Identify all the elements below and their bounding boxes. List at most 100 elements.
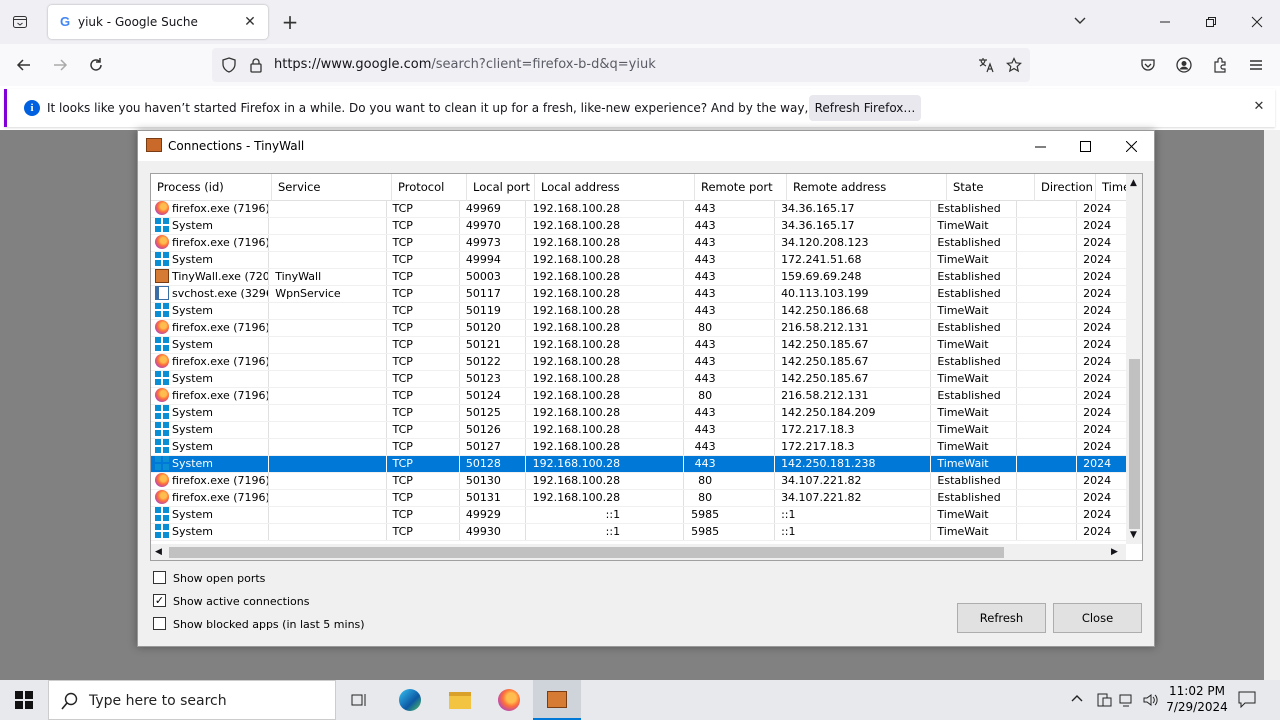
tray-chevron-icon[interactable] xyxy=(1070,692,1084,709)
close-button[interactable]: Close xyxy=(1053,603,1142,633)
col-local-port[interactable]: Local port xyxy=(467,174,535,201)
checkbox-box[interactable] xyxy=(153,617,166,630)
translate-icon[interactable] xyxy=(978,57,994,76)
show-blocked-apps-checkbox[interactable]: Show blocked apps (in last 5 mins) xyxy=(153,616,373,632)
col-state[interactable]: State xyxy=(947,174,1035,201)
bookmark-star-icon[interactable] xyxy=(1006,57,1022,76)
col-remote-address[interactable]: Remote address xyxy=(787,174,947,201)
tab-list-icon[interactable] xyxy=(8,11,32,33)
clock[interactable]: 11:02 PM 7/29/2024 xyxy=(1162,683,1232,715)
table-row[interactable]: System TCP 50121 192.168.100.28 443 142.250.1… xyxy=(151,337,1131,354)
table-row[interactable]: firefox.exe (7196) TCP 50120 192.168.100.28… xyxy=(151,320,1131,337)
cell-remote-port: 443 xyxy=(684,235,776,251)
table-row[interactable]: System TCP 50126 192.168.100.28 443 172.217.1… xyxy=(151,422,1131,439)
extensions-icon[interactable] xyxy=(1206,52,1234,78)
forward-icon[interactable] xyxy=(46,52,74,78)
table-row[interactable]: firefox.exe (7196) TCP 50130 192.168.100.28… xyxy=(151,473,1131,490)
volume-icon[interactable] xyxy=(1142,692,1158,711)
windows-start-icon[interactable] xyxy=(0,680,48,720)
cell-remote-address: 142.250.185.67 xyxy=(775,371,932,387)
table-row[interactable]: firefox.exe (7196) TCP 50124 192.168.100.28… xyxy=(151,388,1131,405)
cell-protocol: TCP xyxy=(387,337,460,353)
window-close-icon[interactable] xyxy=(1234,0,1280,44)
cell-time: 2024 xyxy=(1077,337,1131,353)
table-row[interactable]: System TCP 50127 192.168.100.28 443 172.217.1… xyxy=(151,439,1131,456)
url-bar[interactable]: https://www.google.com/search?client=fir… xyxy=(212,48,1030,82)
file-explorer-icon[interactable] xyxy=(436,680,484,720)
col-local-address[interactable]: Local address xyxy=(535,174,695,201)
table-row[interactable]: System TCP 50128 192.168.100.28 443 142.250.1… xyxy=(151,456,1131,473)
menu-icon[interactable] xyxy=(1242,52,1270,78)
cell-remote-address: 172.217.18.3 xyxy=(775,439,932,455)
col-service[interactable]: Service xyxy=(272,174,392,201)
cell-process: System xyxy=(151,252,270,268)
table-row[interactable]: System TCP 50119 192.168.100.28 443 142.250.1… xyxy=(151,303,1131,320)
table-row[interactable]: System TCP 49994 192.168.100.28 443 172.241.5… xyxy=(151,252,1131,269)
scroll-right-icon[interactable]: ▶ xyxy=(1111,547,1118,557)
table-row[interactable]: System TCP 49929::1 5985::1 TimeWait 2024 xyxy=(151,507,1131,524)
table-row[interactable]: firefox.exe (7196) TCP 50131 192.168.100.28… xyxy=(151,490,1131,507)
table-row[interactable]: svchost.exe (3296) WpnService TCP 50117 192.… xyxy=(151,286,1131,303)
notifications-icon[interactable] xyxy=(1238,690,1256,711)
task-view-icon[interactable] xyxy=(336,680,384,720)
vertical-scroll-thumb[interactable] xyxy=(1129,359,1140,529)
dialog-title: Connections - TinyWall xyxy=(168,139,305,153)
list-all-tabs-icon[interactable] xyxy=(1072,12,1092,32)
dialog-close-icon[interactable] xyxy=(1108,131,1154,161)
table-row[interactable]: firefox.exe (7196) TCP 50122 192.168.100.28… xyxy=(151,354,1131,371)
edge-icon[interactable] xyxy=(386,680,434,720)
connections-table[interactable]: Process (id) Service Protocol Local port… xyxy=(150,173,1143,561)
cell-service xyxy=(269,473,387,489)
refresh-button[interactable]: Refresh xyxy=(957,603,1046,633)
cell-protocol: TCP xyxy=(387,235,460,251)
browser-tab[interactable]: G yiuk - Google Suche ✕ xyxy=(48,5,268,39)
back-icon[interactable] xyxy=(10,52,38,78)
account-icon[interactable] xyxy=(1170,52,1198,78)
scroll-left-icon[interactable]: ◀ xyxy=(155,547,162,557)
lock-icon[interactable] xyxy=(249,57,263,76)
taskbar-search[interactable]: Type here to search xyxy=(48,680,336,720)
col-protocol[interactable]: Protocol xyxy=(392,174,467,201)
table-row[interactable]: System TCP 49970 192.168.100.28 443 34.36.165… xyxy=(151,218,1131,235)
table-row[interactable]: firefox.exe (7196) TCP 49973 192.168.100.28… xyxy=(151,235,1131,252)
table-row[interactable]: firefox.exe (7196) TCP 49969 192.168.100.28… xyxy=(151,201,1131,218)
table-row[interactable]: System TCP 49930::1 5985::1 TimeWait 2024 xyxy=(151,524,1131,541)
horizontal-scrollbar[interactable]: ◀ ▶ xyxy=(151,544,1126,560)
col-remote-port[interactable]: Remote port xyxy=(695,174,787,201)
checkbox-box[interactable]: ✓ xyxy=(153,594,166,607)
vertical-scrollbar[interactable]: ▲ ▼ xyxy=(1126,174,1142,544)
tab-close-icon[interactable]: ✕ xyxy=(240,12,260,32)
notification-close-icon[interactable]: ✕ xyxy=(1251,99,1267,115)
pocket-icon[interactable] xyxy=(1134,52,1162,78)
scroll-up-icon[interactable]: ▲ xyxy=(1130,178,1137,188)
tinywall-taskbar-icon[interactable] xyxy=(533,680,581,720)
table-row[interactable]: System TCP 50125 192.168.100.28 443 142.250.1… xyxy=(151,405,1131,422)
firefox-taskbar-icon[interactable] xyxy=(485,680,533,720)
cell-process: firefox.exe (7196) xyxy=(151,354,270,370)
dialog-minimize-icon[interactable] xyxy=(1017,131,1063,161)
page-scrollbar[interactable] xyxy=(1264,130,1280,680)
dialog-titlebar[interactable]: Connections - TinyWall xyxy=(138,131,1154,161)
horizontal-scroll-thumb[interactable] xyxy=(169,547,1004,558)
network-icon[interactable] xyxy=(1119,692,1135,711)
col-process[interactable]: Process (id) xyxy=(151,174,272,201)
minimize-icon[interactable] xyxy=(1142,0,1188,44)
scroll-down-icon[interactable]: ▼ xyxy=(1130,530,1137,540)
restore-icon[interactable] xyxy=(1188,0,1234,44)
table-row[interactable]: System TCP 50123 192.168.100.28 443 142.250.1… xyxy=(151,371,1131,388)
col-direction[interactable]: Direction xyxy=(1035,174,1096,201)
shield-icon[interactable] xyxy=(221,57,237,76)
new-tab-icon[interactable]: + xyxy=(280,12,300,32)
cell-time: 2024 xyxy=(1077,303,1131,319)
checkbox-box[interactable] xyxy=(153,571,166,584)
table-row[interactable]: TinyWall.exe (7208)TinyWallTCP50003192.1… xyxy=(151,269,1131,286)
cell-process: firefox.exe (7196) xyxy=(151,388,270,404)
dialog-maximize-icon[interactable] xyxy=(1062,131,1108,161)
cell-direction xyxy=(1017,218,1078,234)
tray-device-icon[interactable] xyxy=(1096,692,1112,711)
cell-direction xyxy=(1017,269,1078,285)
show-open-ports-checkbox[interactable]: Show open ports xyxy=(153,570,353,586)
show-active-connections-checkbox[interactable]: ✓ Show active connections xyxy=(153,593,353,609)
reload-icon[interactable] xyxy=(82,52,110,78)
refresh-firefox-button[interactable]: Refresh Firefox… xyxy=(809,95,921,121)
